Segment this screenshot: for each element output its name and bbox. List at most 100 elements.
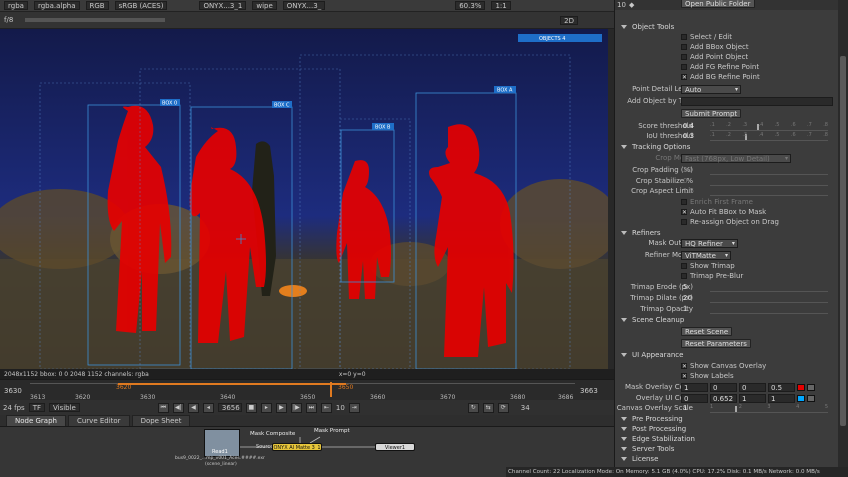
- reset-parameters-button[interactable]: Reset Parameters: [681, 338, 751, 348]
- crop-stabilize-slider[interactable]: [710, 177, 828, 186]
- section-license[interactable]: License: [621, 455, 658, 463]
- text-prompt-input[interactable]: [681, 96, 833, 106]
- mask-color-b[interactable]: 0: [739, 382, 766, 392]
- enrich-first-frame-checkbox[interactable]: Enrich First Frame: [681, 198, 753, 206]
- mask-color-r[interactable]: 1: [681, 382, 708, 392]
- playhead[interactable]: [330, 382, 332, 397]
- panel-tab-icon[interactable]: ◆: [629, 1, 634, 9]
- prev-keyframe-button[interactable]: ◀|: [172, 402, 184, 413]
- layer-dropdown[interactable]: rgba: [4, 1, 28, 10]
- mask-color-swatch[interactable]: [797, 383, 805, 391]
- submit-prompt-button[interactable]: Submit Prompt: [681, 108, 742, 118]
- auto-fit-bbox-checkbox[interactable]: ✕ Auto Fit BBox to Mask: [681, 208, 766, 216]
- view-mode-dropdown[interactable]: 2D: [560, 15, 578, 25]
- trimap-erode-field[interactable]: 5: [681, 283, 707, 292]
- loop-icon[interactable]: ↻: [467, 402, 479, 413]
- add-bg-checkbox[interactable]: ✕ Add BG Refine Point: [681, 73, 760, 81]
- trimap-erode-slider[interactable]: [710, 283, 828, 292]
- skip-forward-button[interactable]: ⇥: [348, 402, 360, 413]
- input-a-dropdown[interactable]: ONYX...3_1: [199, 1, 247, 10]
- trimap-opacity-slider[interactable]: [710, 305, 828, 314]
- section-pre-processing[interactable]: Pre Processing: [621, 415, 683, 423]
- crop-aspect-slider[interactable]: [710, 187, 828, 196]
- open-public-folder-button[interactable]: Open Public Folder: [681, 0, 755, 8]
- colorspace-dropdown[interactable]: RGB: [85, 1, 109, 10]
- reassign-object-checkbox[interactable]: Re-assign Object on Drag: [681, 218, 779, 226]
- play-forward-button[interactable]: ▶: [275, 402, 287, 413]
- timeline-ruler[interactable]: 3613 3620 3630 3640 3650 3660 3670 3680 …: [30, 382, 575, 401]
- step-forward-button[interactable]: ▸: [260, 402, 272, 413]
- section-server-tools[interactable]: Server Tools: [621, 445, 674, 453]
- input-b-dropdown[interactable]: ONYX...3_: [282, 1, 326, 10]
- mask-color-a[interactable]: 0.5: [768, 382, 795, 392]
- crop-mode-dropdown[interactable]: Fast (768px, Low Detail): [681, 153, 791, 163]
- crop-padding-field[interactable]: 20: [681, 166, 707, 175]
- crop-padding-slider[interactable]: [710, 166, 828, 175]
- point-detail-dropdown[interactable]: Auto: [681, 84, 741, 94]
- sync-icon[interactable]: ⟳: [497, 402, 509, 413]
- timeline[interactable]: 3630 3663 3613 3620 3630 3640 3650 3660 …: [0, 379, 614, 401]
- show-labels-checkbox[interactable]: ✕ Show Labels: [681, 372, 734, 380]
- play-backward-button[interactable]: ◀: [187, 402, 199, 413]
- visible-dropdown[interactable]: Visible: [49, 403, 80, 412]
- in-marker[interactable]: 3620: [116, 384, 131, 391]
- ui-color-b[interactable]: 1: [739, 393, 766, 403]
- score-threshold-field[interactable]: 0.4: [681, 122, 707, 131]
- exposure-slider[interactable]: [25, 18, 166, 22]
- tab-curve-editor[interactable]: Curve Editor: [67, 415, 130, 426]
- go-to-end-button[interactable]: ⏭: [305, 402, 317, 413]
- section-post-processing[interactable]: Post Processing: [621, 425, 686, 433]
- ui-color-g[interactable]: 0.652: [710, 393, 737, 403]
- refiner-model-dropdown[interactable]: ViTMatte: [681, 250, 731, 260]
- frame-step-field[interactable]: 10: [336, 404, 345, 412]
- out-marker[interactable]: 3650: [338, 384, 353, 391]
- viewer-node[interactable]: Viewer1: [375, 443, 415, 451]
- current-frame-field[interactable]: 3656: [217, 403, 242, 412]
- section-tracking-options[interactable]: Tracking Options: [621, 143, 690, 151]
- select-edit-checkbox[interactable]: Select / Edit: [681, 33, 732, 41]
- ui-color-a[interactable]: 1: [768, 393, 795, 403]
- trimap-dilate-slider[interactable]: [710, 294, 828, 303]
- mask-output-dropdown[interactable]: HQ Refiner: [681, 238, 738, 248]
- display-dropdown[interactable]: sRGB (ACES): [114, 1, 168, 10]
- section-scene-cleanup[interactable]: Scene Cleanup: [621, 316, 684, 324]
- bounce-icon[interactable]: ⇆: [482, 402, 494, 413]
- step-back-button[interactable]: ◂: [202, 402, 214, 413]
- ui-color-r[interactable]: 0: [681, 393, 708, 403]
- tf-dropdown[interactable]: TF: [28, 403, 45, 412]
- crop-aspect-field[interactable]: 1.5: [681, 187, 707, 196]
- add-fg-checkbox[interactable]: Add FG Refine Point: [681, 63, 759, 71]
- trimap-opacity-field[interactable]: 1: [681, 305, 707, 314]
- canvas-overlay-scale-field[interactable]: 1: [681, 404, 707, 413]
- iou-threshold-field[interactable]: 0.3: [681, 132, 707, 141]
- trimap-dilate-field[interactable]: 20: [681, 294, 707, 303]
- ratio-dropdown[interactable]: 1:1: [491, 1, 511, 10]
- fps-dropdown[interactable]: 24 fps: [3, 404, 25, 412]
- fstop-label[interactable]: f/8: [4, 16, 13, 24]
- add-point-checkbox[interactable]: Add Point Object: [681, 53, 748, 61]
- onyx-ai-matte-node[interactable]: ONYX AI Matte 3_1: [272, 443, 322, 451]
- panel-scrollbar-thumb[interactable]: [840, 56, 846, 426]
- tab-dope-sheet[interactable]: Dope Sheet: [131, 415, 191, 426]
- crop-stabilize-field[interactable]: 0: [681, 177, 707, 186]
- section-refiners[interactable]: Refiners: [621, 229, 661, 237]
- ui-color-swatch[interactable]: [797, 394, 805, 402]
- color-picker-icon[interactable]: [807, 394, 815, 402]
- show-canvas-overlay-checkbox[interactable]: ✕ Show Canvas Overlay: [681, 362, 766, 370]
- channel-dropdown[interactable]: rgba.alpha: [33, 1, 80, 10]
- zoom-dropdown[interactable]: 60.3%: [455, 1, 486, 10]
- section-ui-appearance[interactable]: UI Appearance: [621, 351, 683, 359]
- color-picker-icon[interactable]: [807, 383, 815, 391]
- mask-color-g[interactable]: 0: [710, 382, 737, 392]
- tab-node-graph[interactable]: Node Graph: [6, 415, 66, 426]
- viewer-canvas[interactable]: OBJECTS 4 BOX 0 BOX C BOX B BOX A: [0, 29, 608, 369]
- skip-back-button[interactable]: ⇤: [320, 402, 332, 413]
- trimap-preblur-checkbox[interactable]: Trimap Pre-Blur: [681, 272, 743, 280]
- go-to-start-button[interactable]: ⏮: [157, 402, 169, 413]
- wipe-dropdown[interactable]: wipe: [252, 1, 277, 10]
- reset-scene-button[interactable]: Reset Scene: [681, 326, 733, 336]
- section-object-tools[interactable]: Object Tools: [621, 23, 674, 31]
- section-edge-stabilization[interactable]: Edge Stabilization: [621, 435, 695, 443]
- next-keyframe-button[interactable]: |▶: [290, 402, 302, 413]
- end-frame-field[interactable]: 34: [521, 404, 530, 412]
